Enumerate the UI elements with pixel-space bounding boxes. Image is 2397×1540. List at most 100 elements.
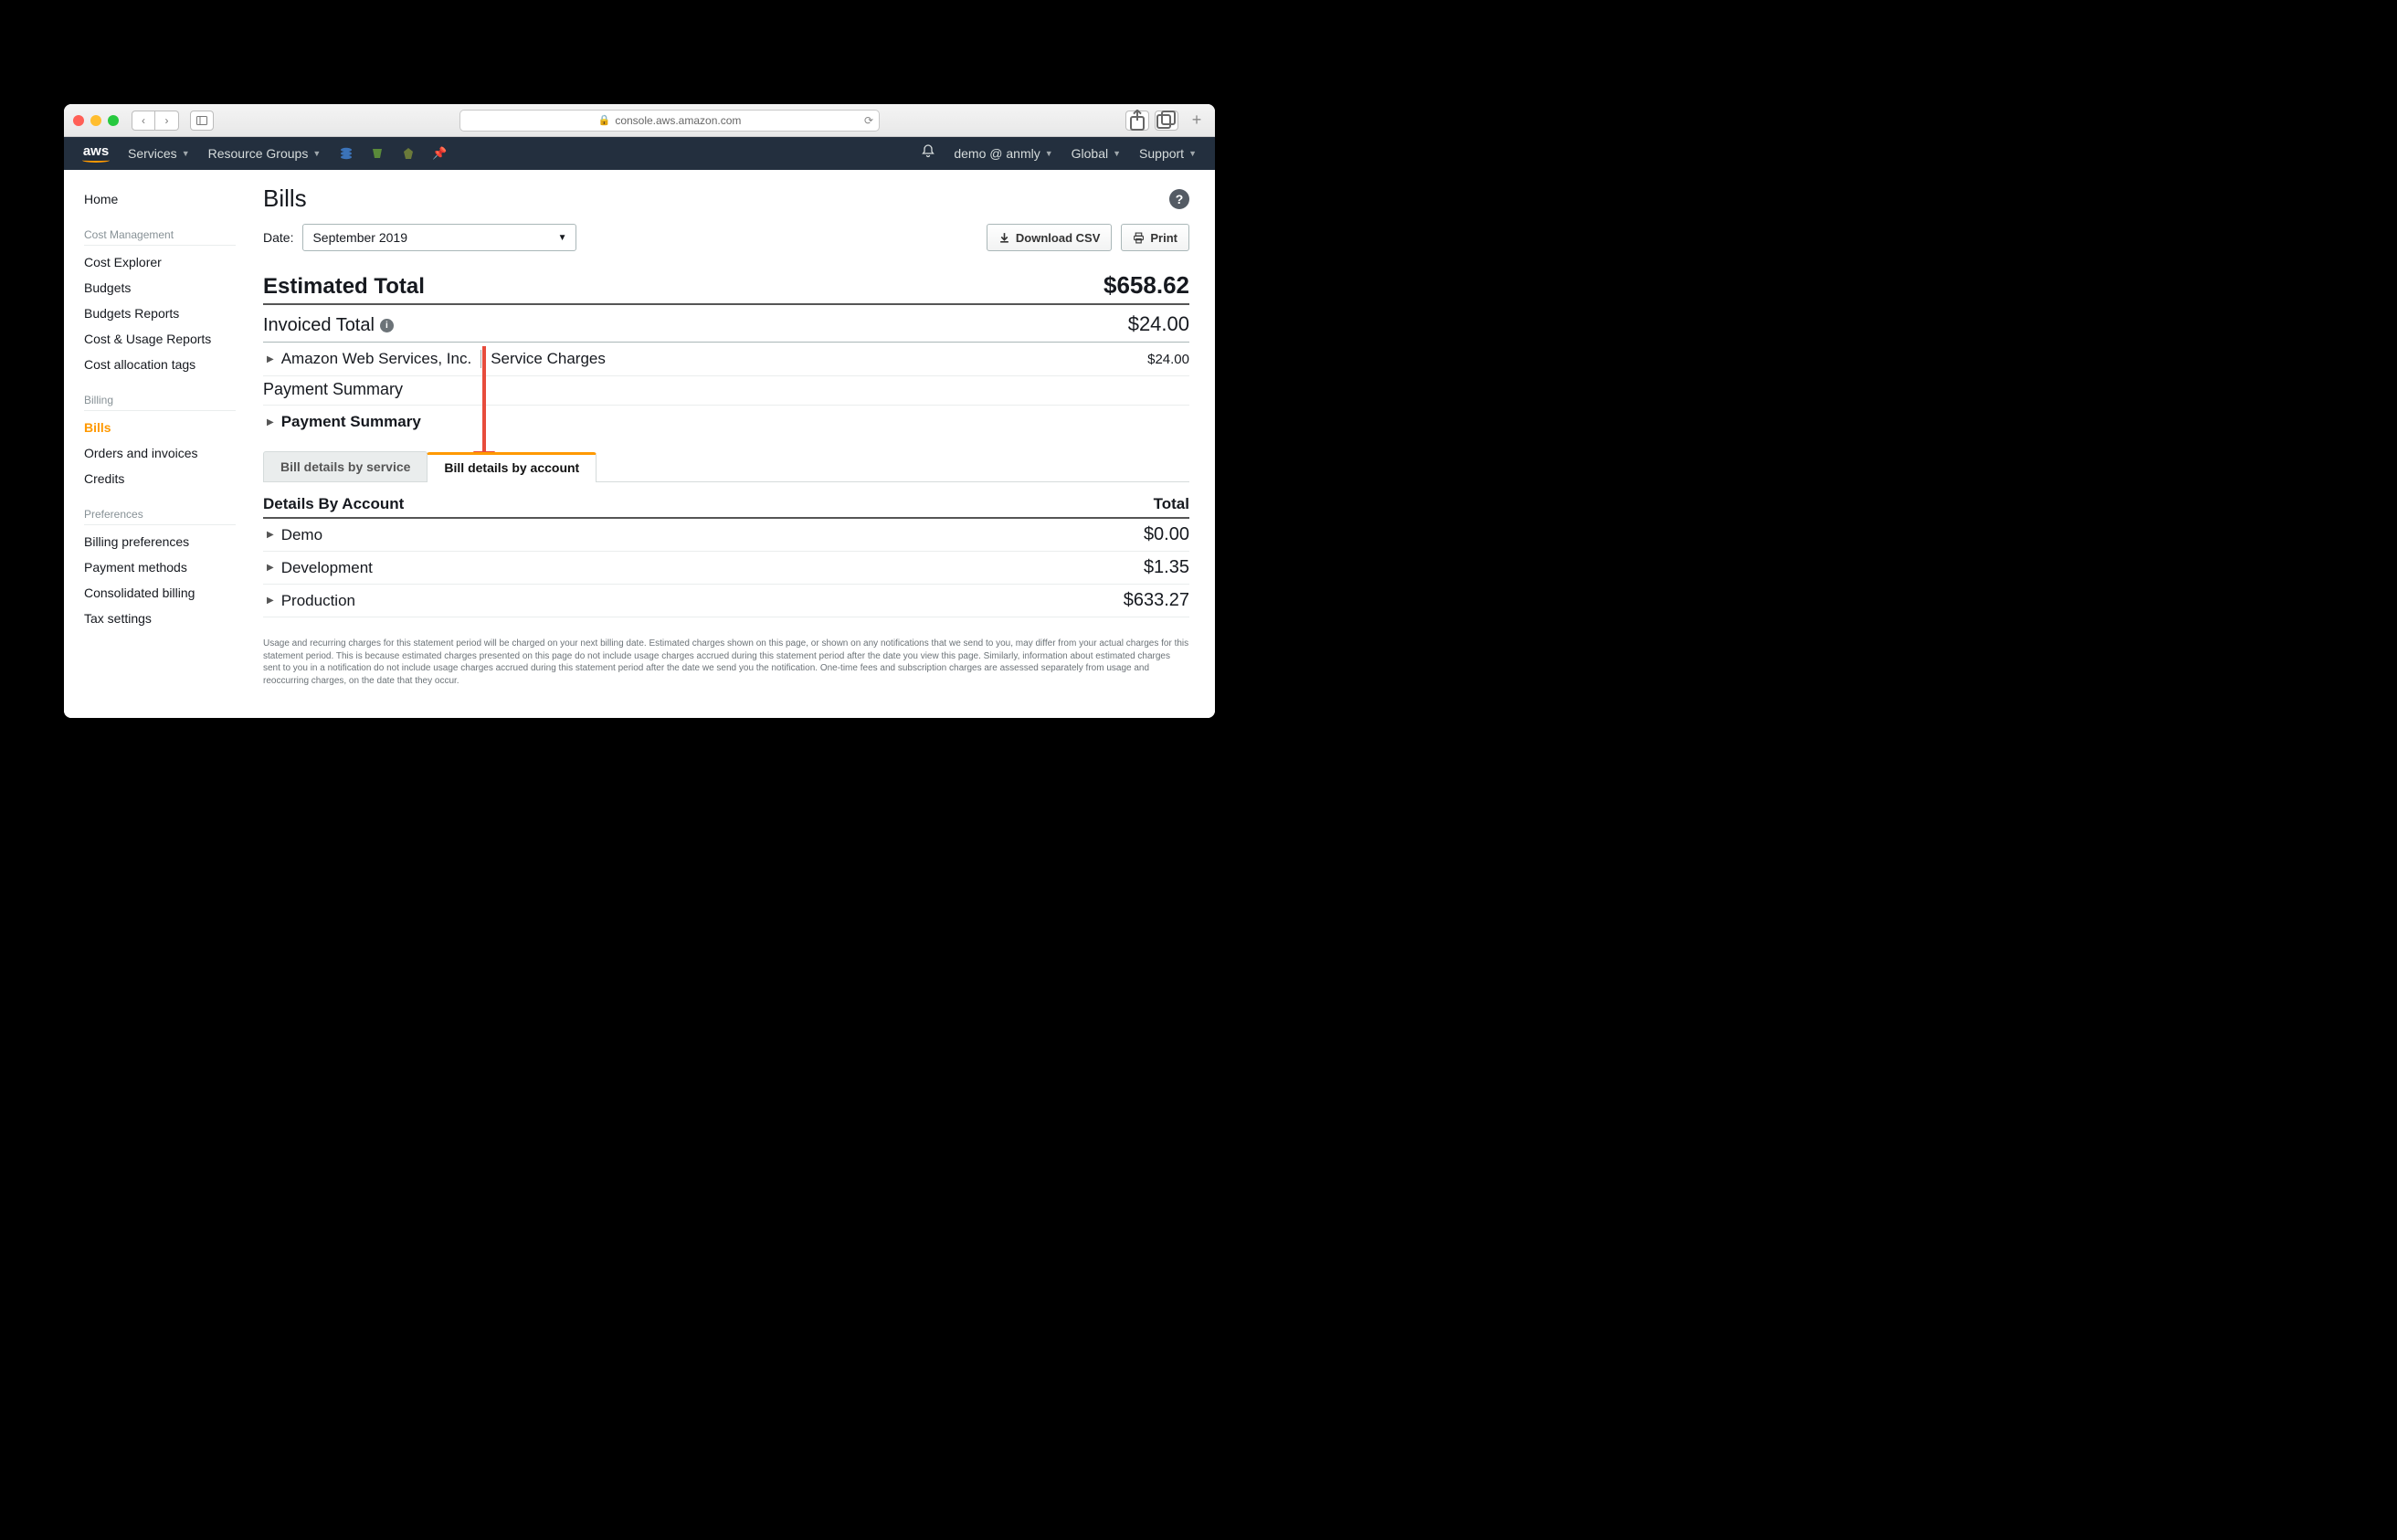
nav-user-menu[interactable]: demo @ anmly ▼ — [954, 146, 1052, 161]
nav-services-label: Services — [128, 146, 177, 161]
nav-region-menu[interactable]: Global ▼ — [1072, 146, 1121, 161]
sidebar-item-budgets[interactable]: Budgets — [84, 275, 236, 301]
browser-window: ‹ › 🔒 console.aws.amazon.com ⟳ + aws Ser… — [64, 104, 1215, 718]
payment-summary-row[interactable]: ▶ Payment Summary — [263, 406, 1189, 438]
tabs-button[interactable] — [1155, 111, 1178, 131]
details-header-label: Details By Account — [263, 495, 404, 513]
help-icon[interactable]: ? — [1169, 189, 1189, 209]
aws-navbar: aws Services ▼ Resource Groups ▼ 📌 demo … — [64, 137, 1215, 170]
caret-right-icon: ▶ — [267, 417, 274, 427]
account-name: Production — [281, 592, 355, 610]
estimated-total-label: Estimated Total — [263, 274, 425, 300]
window-close-icon[interactable] — [73, 115, 84, 126]
vendor-desc: Service Charges — [491, 350, 606, 368]
date-label: Date: — [263, 230, 293, 245]
account-name: Demo — [281, 526, 322, 544]
sidebar-item-consolidated-billing[interactable]: Consolidated billing — [84, 580, 236, 606]
caret-right-icon: ▶ — [267, 563, 274, 573]
date-select[interactable]: September 2019 ▼ — [302, 224, 576, 251]
fine-print: Usage and recurring charges for this sta… — [263, 638, 1189, 687]
nav-back-button[interactable]: ‹ — [132, 111, 155, 131]
nav-support-menu[interactable]: Support ▼ — [1139, 146, 1197, 161]
payment-summary-label: Payment Summary — [281, 413, 421, 431]
sidebar-item-home[interactable]: Home — [84, 186, 236, 212]
caret-right-icon: ▶ — [267, 530, 274, 540]
vendor-row[interactable]: ▶ Amazon Web Services, Inc. Service Char… — [263, 343, 1189, 376]
tab-bill-by-service[interactable]: Bill details by service — [263, 451, 428, 481]
sidebar-item-bills[interactable]: Bills — [84, 415, 236, 440]
sidebar-item-credits[interactable]: Credits — [84, 466, 236, 491]
caret-right-icon: ▶ — [267, 596, 274, 606]
sidebar-item-orders-invoices[interactable]: Orders and invoices — [84, 440, 236, 466]
nav-forward-button[interactable]: › — [155, 111, 179, 131]
browser-right-controls: + — [1125, 104, 1206, 137]
download-icon — [998, 232, 1010, 244]
tabs-icon — [1156, 110, 1177, 132]
caret-down-icon: ▼ — [558, 233, 567, 243]
page-body: Home Cost Management Cost Explorer Budge… — [64, 170, 1215, 718]
account-name: Development — [281, 559, 373, 577]
notifications-icon[interactable] — [921, 144, 935, 163]
caret-down-icon: ▼ — [182, 149, 190, 158]
reload-icon[interactable]: ⟳ — [864, 114, 873, 127]
sidebar-item-billing-preferences[interactable]: Billing preferences — [84, 529, 236, 554]
toolbar: Date: September 2019 ▼ Download CSV Prin… — [263, 224, 1189, 251]
account-amount: $0.00 — [1144, 524, 1189, 545]
tab-bill-by-account[interactable]: Bill details by account — [427, 452, 597, 482]
print-icon — [1133, 232, 1145, 244]
shortcut-icon-2[interactable] — [370, 146, 385, 161]
caret-down-icon: ▼ — [1045, 149, 1053, 158]
sidebar-item-budgets-reports[interactable]: Budgets Reports — [84, 301, 236, 326]
account-amount: $1.35 — [1144, 557, 1189, 578]
window-zoom-icon[interactable] — [108, 115, 119, 126]
account-row[interactable]: ▶ Production $633.27 — [263, 585, 1189, 617]
info-icon[interactable]: i — [380, 319, 394, 332]
tabs: Bill details by service Bill details by … — [263, 451, 1189, 482]
nav-resource-groups-label: Resource Groups — [208, 146, 309, 161]
aws-logo[interactable]: aws — [82, 144, 110, 163]
shortcut-icon-1[interactable] — [339, 146, 354, 161]
print-label: Print — [1150, 231, 1177, 245]
caret-right-icon: ▶ — [267, 354, 274, 364]
share-icon — [1126, 110, 1148, 132]
window-minimize-icon[interactable] — [90, 115, 101, 126]
nav-services[interactable]: Services ▼ — [128, 146, 190, 161]
sidebar-item-payment-methods[interactable]: Payment methods — [84, 554, 236, 580]
download-csv-button[interactable]: Download CSV — [987, 224, 1112, 251]
payment-summary-header: Payment Summary — [263, 376, 1189, 406]
panel-icon — [196, 115, 207, 126]
traffic-lights — [73, 115, 119, 126]
account-row[interactable]: ▶ Demo $0.00 — [263, 519, 1189, 552]
account-row[interactable]: ▶ Development $1.35 — [263, 552, 1189, 585]
sidebar-item-cost-explorer[interactable]: Cost Explorer — [84, 249, 236, 275]
sidebar-item-cost-allocation-tags[interactable]: Cost allocation tags — [84, 352, 236, 377]
share-button[interactable] — [1125, 111, 1149, 131]
details-header-total: Total — [1154, 495, 1189, 513]
vendor-name: Amazon Web Services, Inc. — [281, 350, 472, 368]
details-header-row: Details By Account Total — [263, 495, 1189, 519]
page-header: Bills ? — [263, 185, 1189, 213]
caret-down-icon: ▼ — [312, 149, 321, 158]
content: Bills ? Date: September 2019 ▼ Download … — [247, 170, 1215, 718]
pin-icon[interactable]: 📌 — [432, 146, 447, 161]
sidebar-header-preferences: Preferences — [84, 497, 236, 525]
url-bar[interactable]: 🔒 console.aws.amazon.com ⟳ — [459, 110, 880, 132]
nav-resource-groups[interactable]: Resource Groups ▼ — [208, 146, 322, 161]
sidebar-item-cost-usage-reports[interactable]: Cost & Usage Reports — [84, 326, 236, 352]
nav-shortcut-icons: 📌 — [339, 146, 447, 161]
sidebar-toggle-button[interactable] — [190, 111, 214, 131]
sidebar: Home Cost Management Cost Explorer Budge… — [64, 170, 247, 718]
sidebar-header-cost-management: Cost Management — [84, 217, 236, 246]
estimated-total-value: $658.62 — [1103, 271, 1189, 300]
divider — [480, 350, 481, 368]
page-title: Bills — [263, 185, 307, 213]
new-tab-button[interactable]: + — [1188, 104, 1206, 137]
sidebar-header-billing: Billing — [84, 383, 236, 411]
nav-user-label: demo @ anmly — [954, 146, 1040, 161]
sidebar-item-tax-settings[interactable]: Tax settings — [84, 606, 236, 631]
date-select-value: September 2019 — [312, 230, 407, 245]
shortcut-icon-3[interactable] — [401, 146, 416, 161]
url-text: console.aws.amazon.com — [615, 114, 741, 127]
estimated-total-row: Estimated Total $658.62 — [263, 271, 1189, 305]
print-button[interactable]: Print — [1121, 224, 1189, 251]
